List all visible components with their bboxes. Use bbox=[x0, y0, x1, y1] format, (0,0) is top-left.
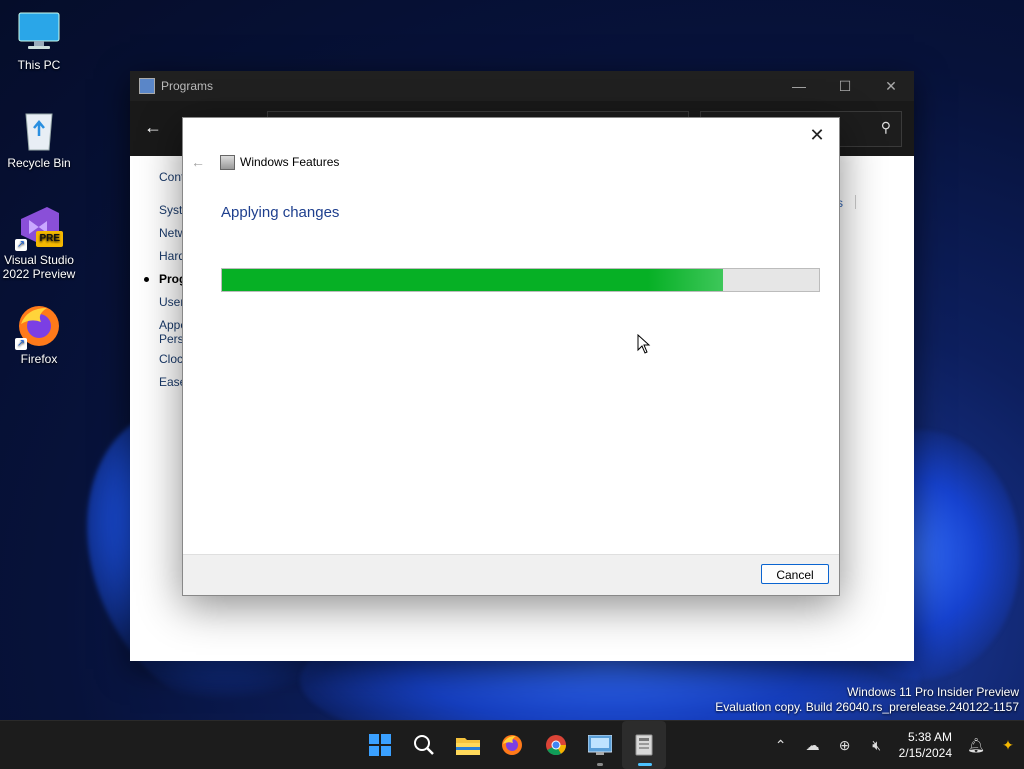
firefox-icon bbox=[502, 735, 522, 755]
maximize-button[interactable]: ☐ bbox=[822, 71, 868, 101]
control-panel-button[interactable] bbox=[578, 721, 622, 769]
desktop-icon-label: Visual Studio 2022 Preview bbox=[2, 253, 76, 281]
start-icon bbox=[369, 734, 391, 756]
chrome-button[interactable] bbox=[534, 721, 578, 769]
back-arrow-icon: ← bbox=[191, 154, 205, 170]
clock-time: 5:38 AM bbox=[907, 730, 952, 744]
control-panel-icon bbox=[588, 735, 612, 755]
divider bbox=[855, 195, 856, 209]
window-title: Programs bbox=[161, 79, 214, 93]
minimize-button[interactable]: — bbox=[776, 71, 822, 101]
evaluation-watermark: Windows 11 Pro Insider Preview Evaluatio… bbox=[715, 685, 1019, 715]
watermark-line: Windows 11 Pro Insider Preview bbox=[847, 685, 1019, 699]
pre-badge: PRE bbox=[36, 231, 63, 247]
control-panel-icon bbox=[139, 78, 155, 94]
back-arrow-icon[interactable]: ← bbox=[144, 117, 162, 138]
desktop-icon-label: This PC bbox=[17, 58, 61, 72]
taskbar: ⌃ ☁ ⊕ 🔇︎ 5:38 AM 2/15/2024 🔔︎ ✦ bbox=[0, 720, 1024, 769]
desktop-icon-label: Recycle Bin bbox=[7, 156, 71, 170]
clock[interactable]: 5:38 AM 2/15/2024 bbox=[893, 729, 960, 761]
desktop-icon-recycle-bin[interactable]: Recycle Bin bbox=[1, 108, 77, 170]
windows-features-icon bbox=[635, 734, 653, 756]
system-tray: ⌃ ☁ ⊕ 🔇︎ 5:38 AM 2/15/2024 🔔︎ ✦ bbox=[765, 721, 1024, 769]
volume-muted-icon[interactable]: 🔇︎ bbox=[861, 737, 893, 754]
recycle-bin-icon bbox=[17, 108, 61, 152]
dialog-title: Windows Features bbox=[240, 155, 340, 169]
windows-features-icon bbox=[220, 155, 235, 170]
onedrive-icon[interactable]: ☁ bbox=[797, 737, 829, 754]
chrome-icon bbox=[546, 735, 567, 756]
desktop-icon-firefox[interactable]: ↗ Firefox bbox=[1, 304, 77, 366]
file-explorer-button[interactable] bbox=[446, 721, 490, 769]
shortcut-arrow-icon: ↗ bbox=[15, 338, 27, 350]
watermark-line: Evaluation copy. Build 26040.rs_prerelea… bbox=[715, 700, 1019, 714]
cancel-button[interactable]: Cancel bbox=[761, 564, 829, 584]
desktop-icon-this-pc[interactable]: This PC bbox=[1, 10, 77, 72]
windows-features-dialog[interactable]: ✕ ← Windows Features Applying changes Ca… bbox=[182, 117, 840, 596]
shortcut-arrow-icon: ↗ bbox=[15, 239, 27, 251]
dialog-footer: Cancel bbox=[183, 554, 839, 595]
start-button[interactable] bbox=[358, 721, 402, 769]
title-bar[interactable]: Programs — ☐ ✕ bbox=[130, 71, 914, 101]
firefox-icon: ↗ bbox=[15, 304, 61, 350]
progress-bar-fill bbox=[222, 269, 724, 291]
firefox-button[interactable] bbox=[490, 721, 534, 769]
monitor-icon bbox=[17, 10, 61, 54]
visual-studio-icon: PRE ↗ bbox=[15, 205, 63, 251]
notification-bell-icon[interactable]: 🔔︎ bbox=[960, 737, 992, 754]
desktop-icon-label: Firefox bbox=[20, 352, 58, 366]
search-button[interactable] bbox=[402, 721, 446, 769]
close-button[interactable]: ✕ bbox=[868, 71, 914, 101]
file-explorer-icon bbox=[456, 738, 480, 755]
windows-features-button[interactable] bbox=[622, 721, 666, 769]
status-heading: Applying changes bbox=[221, 204, 340, 221]
network-icon[interactable]: ⊕ bbox=[829, 737, 861, 754]
chevron-up-icon[interactable]: ⌃ bbox=[765, 737, 797, 754]
search-icon: ⚲ bbox=[880, 119, 891, 135]
copilot-icon[interactable]: ✦ bbox=[992, 737, 1024, 754]
clock-date: 2/15/2024 bbox=[898, 746, 952, 760]
mouse-cursor-icon bbox=[637, 334, 651, 354]
desktop-icon-visual-studio[interactable]: PRE ↗ Visual Studio 2022 Preview bbox=[1, 205, 77, 281]
search-icon bbox=[414, 735, 434, 755]
close-icon[interactable]: ✕ bbox=[803, 122, 831, 148]
progress-bar bbox=[221, 268, 820, 292]
